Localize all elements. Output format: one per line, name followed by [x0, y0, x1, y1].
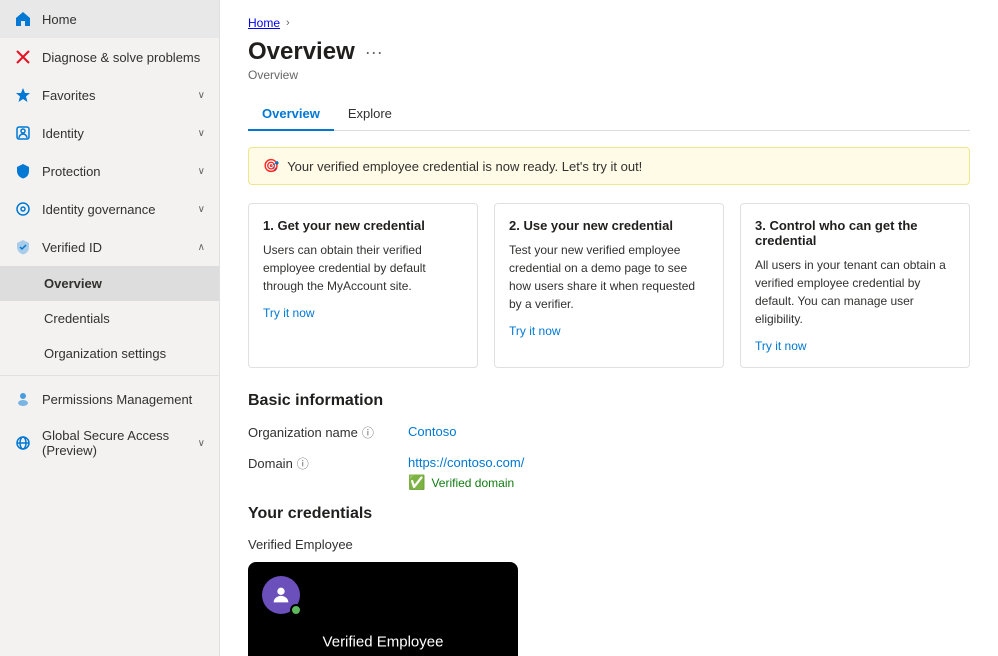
diagnose-icon	[14, 48, 32, 66]
sidebar-item-home[interactable]: Home	[0, 0, 219, 38]
credential-card: Verified Employee Contoso	[248, 562, 518, 656]
step3-title: 3. Control who can get the credential	[755, 218, 955, 248]
org-name-label: Organization name ⓘ	[248, 424, 408, 441]
sidebar-item-verified-id[interactable]: Verified ID ∧	[0, 228, 219, 266]
sidebar-label-favorites: Favorites	[42, 88, 188, 103]
sidebar-label-protection: Protection	[42, 164, 188, 179]
step3-link[interactable]: Try it now	[755, 339, 807, 353]
sidebar-label-permissions: Permissions Management	[42, 392, 205, 407]
domain-label: Domain ⓘ	[248, 455, 408, 472]
verified-id-chevron: ∧	[198, 242, 205, 253]
breadcrumb: Home ›	[248, 16, 970, 30]
sidebar-label-diagnose: Diagnose & solve problems	[42, 50, 205, 65]
verified-id-icon	[14, 238, 32, 256]
breadcrumb-separator: ›	[286, 17, 290, 29]
sidebar-label-identity: Identity	[42, 126, 188, 141]
tab-overview[interactable]: Overview	[248, 98, 334, 131]
step1-body: Users can obtain their verified employee…	[263, 241, 463, 295]
sidebar: Home Diagnose & solve problems Favorites…	[0, 0, 220, 656]
tab-explore[interactable]: Explore	[334, 98, 406, 131]
sidebar-item-diagnose[interactable]: Diagnose & solve problems	[0, 38, 219, 76]
favorites-chevron: ∨	[198, 90, 205, 101]
sidebar-divider	[0, 375, 219, 376]
sidebar-item-permissions[interactable]: Permissions Management	[0, 380, 219, 418]
org-name-link[interactable]: Contoso	[408, 424, 456, 439]
domain-row: Domain ⓘ https://contoso.com/ ✅ Verified…	[248, 455, 970, 491]
org-name-row: Organization name ⓘ Contoso	[248, 424, 970, 441]
domain-info-icon[interactable]: ⓘ	[297, 455, 309, 472]
step-card-2: 2. Use your new credential Test your new…	[494, 203, 724, 368]
cred-avatar-wrap	[262, 576, 302, 616]
verified-row: ✅ Verified domain	[408, 474, 524, 491]
step2-title: 2. Use your new credential	[509, 218, 709, 233]
step-cards: 1. Get your new credential Users can obt…	[248, 203, 970, 368]
global-access-chevron: ∨	[198, 438, 205, 449]
cred-type-label: Verified Employee	[248, 537, 970, 552]
sidebar-label-credentials: Credentials	[44, 311, 205, 326]
identity-governance-chevron: ∨	[198, 204, 205, 215]
more-options-button[interactable]: ···	[365, 42, 383, 63]
step2-link[interactable]: Try it now	[509, 324, 561, 338]
tabs-bar: Overview Explore	[248, 98, 970, 131]
verified-check-icon: ✅	[408, 474, 425, 491]
permissions-icon	[14, 390, 32, 408]
identity-icon	[14, 124, 32, 142]
breadcrumb-home[interactable]: Home	[248, 16, 280, 30]
sidebar-item-global-access[interactable]: Global Secure Access (Preview) ∨	[0, 418, 219, 468]
basic-info-title: Basic information	[248, 392, 970, 410]
sidebar-item-org-settings[interactable]: Organization settings	[0, 336, 219, 371]
global-access-icon	[14, 434, 32, 452]
sidebar-label-verified-id: Verified ID	[42, 240, 188, 255]
domain-value: https://contoso.com/ ✅ Verified domain	[408, 455, 524, 491]
sidebar-label-org-settings: Organization settings	[44, 346, 205, 361]
sidebar-label-overview: Overview	[44, 276, 205, 291]
domain-url[interactable]: https://contoso.com/	[408, 455, 524, 470]
step1-link[interactable]: Try it now	[263, 306, 315, 320]
step3-body: All users in your tenant can obtain a ve…	[755, 256, 955, 328]
identity-chevron: ∨	[198, 128, 205, 139]
sidebar-item-identity[interactable]: Identity ∨	[0, 114, 219, 152]
banner: 🎯 Your verified employee credential is n…	[248, 147, 970, 185]
cred-online-dot	[290, 604, 302, 616]
favorites-icon	[14, 86, 32, 104]
identity-governance-icon	[14, 200, 32, 218]
sidebar-label-identity-governance: Identity governance	[42, 202, 188, 217]
page-title: Overview	[248, 38, 355, 66]
org-name-value: Contoso	[408, 424, 456, 439]
sidebar-item-protection[interactable]: Protection ∨	[0, 152, 219, 190]
page-title-row: Overview ···	[248, 38, 970, 66]
step2-body: Test your new verified employee credenti…	[509, 241, 709, 313]
step1-title: 1. Get your new credential	[263, 218, 463, 233]
credentials-section: Your credentials Verified Employee Verif…	[248, 505, 970, 656]
protection-icon	[14, 162, 32, 180]
sidebar-item-favorites[interactable]: Favorites ∨	[0, 76, 219, 114]
step-card-1: 1. Get your new credential Users can obt…	[248, 203, 478, 368]
credentials-section-title: Your credentials	[248, 505, 970, 523]
org-name-info-icon[interactable]: ⓘ	[362, 424, 374, 441]
banner-icon: 🎯	[263, 158, 279, 174]
sidebar-label-home: Home	[42, 12, 205, 27]
page-subtitle: Overview	[248, 68, 970, 82]
home-icon	[14, 10, 32, 28]
main-content: Home › Overview ··· Overview Overview Ex…	[220, 0, 998, 656]
sidebar-item-identity-governance[interactable]: Identity governance ∨	[0, 190, 219, 228]
cred-card-header	[248, 562, 518, 630]
step-card-3: 3. Control who can get the credential Al…	[740, 203, 970, 368]
verified-badge: Verified domain	[431, 476, 514, 490]
sidebar-item-credentials[interactable]: Credentials	[0, 301, 219, 336]
cred-card-title: Verified Employee	[323, 634, 444, 651]
banner-text: Your verified employee credential is now…	[287, 159, 642, 174]
sidebar-label-global-access: Global Secure Access (Preview)	[42, 428, 188, 458]
sidebar-item-overview[interactable]: Overview	[0, 266, 219, 301]
protection-chevron: ∨	[198, 166, 205, 177]
